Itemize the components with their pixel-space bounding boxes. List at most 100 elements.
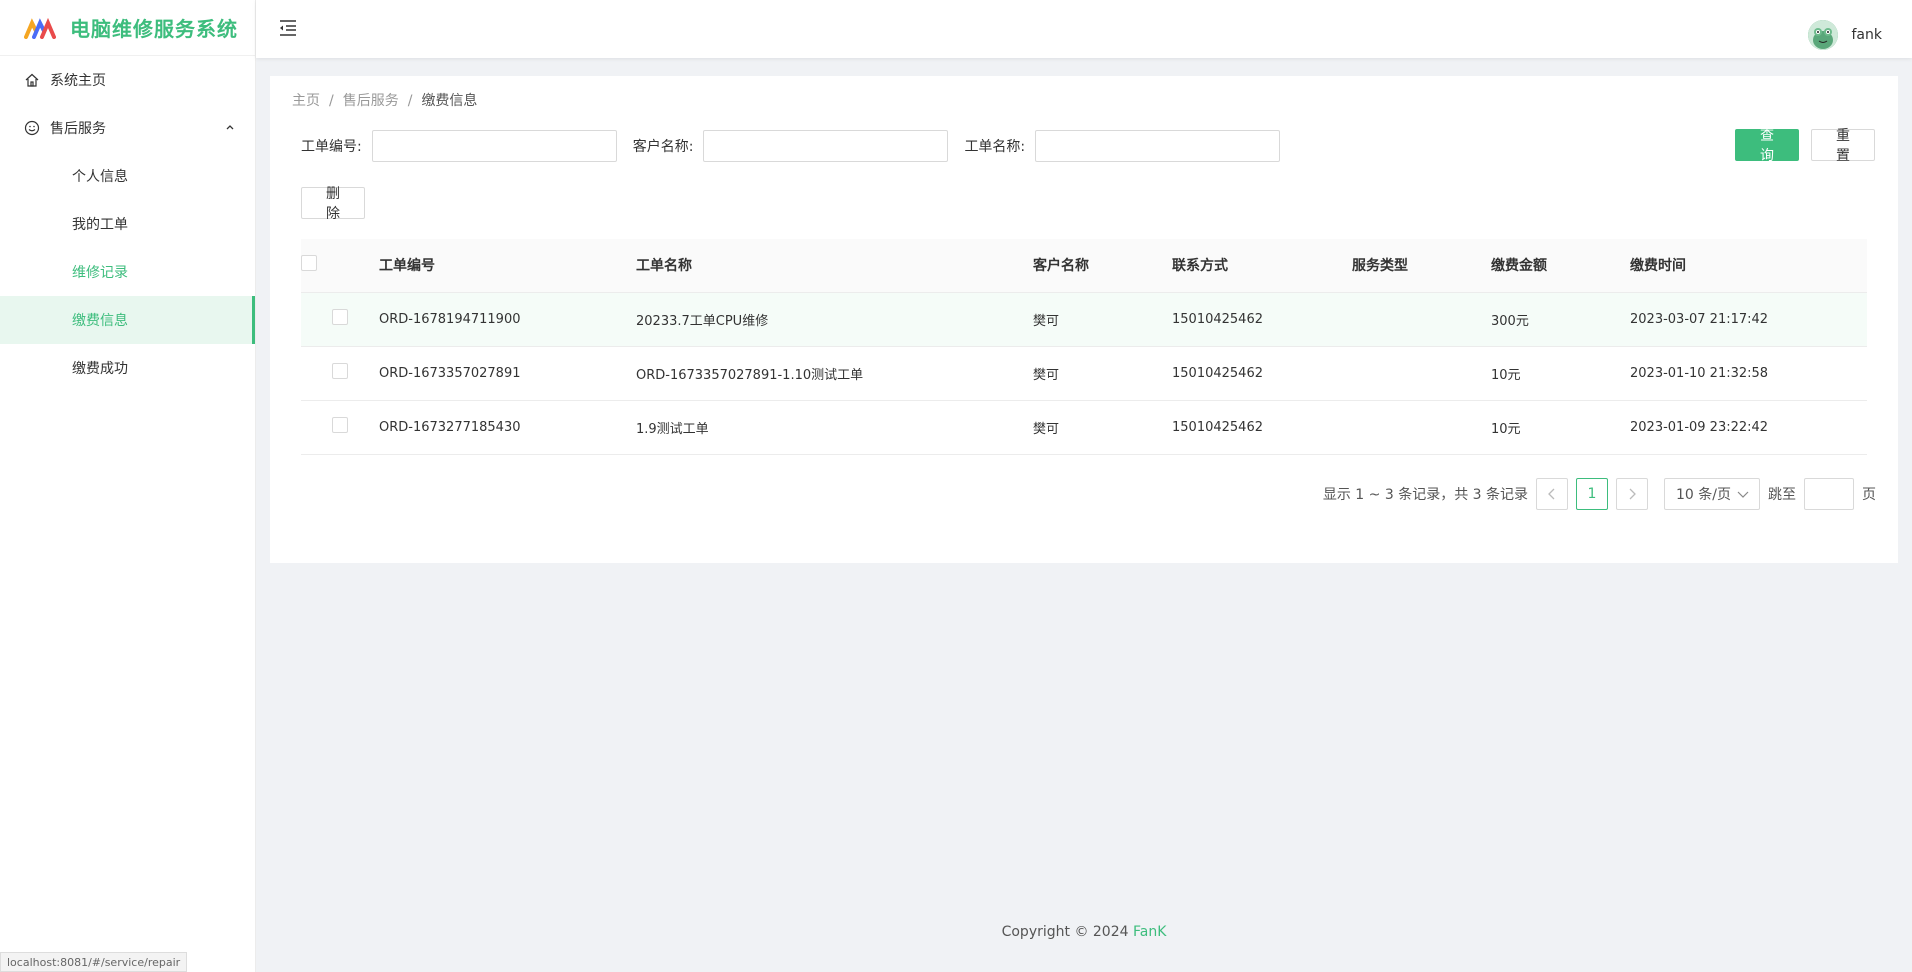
row-select-cell xyxy=(301,292,379,347)
sidebar-item-label: 缴费成功 xyxy=(72,361,128,377)
prev-page-button[interactable] xyxy=(1536,478,1568,510)
copyright-text: Copyright © 2024 xyxy=(1001,924,1129,940)
row-checkbox[interactable] xyxy=(332,417,348,433)
menu-fold-icon[interactable] xyxy=(278,18,298,38)
logo[interactable]: 电脑维修服务系统 xyxy=(0,0,255,56)
home-icon xyxy=(24,72,40,88)
col-order-name: 工单名称 xyxy=(636,239,1033,293)
row-checkbox[interactable] xyxy=(332,309,348,325)
sidebar-item-repair-records[interactable]: 维修记录 xyxy=(0,248,255,296)
cell-order-no: ORD-1673357027891 xyxy=(379,346,636,401)
username[interactable]: fank xyxy=(1852,27,1883,43)
table-row[interactable]: ORD-1678194711900 20233.7工单CPU维修 樊可 1501… xyxy=(301,292,1867,347)
sidebar-item-label: 缴费信息 xyxy=(72,313,128,329)
order-name-label: 工单名称: xyxy=(964,139,1026,155)
page-unit-label: 页 xyxy=(1862,487,1876,503)
col-service-type: 服务类型 xyxy=(1352,239,1491,293)
col-contact: 联系方式 xyxy=(1172,239,1352,293)
select-all-cell xyxy=(301,239,379,293)
page-number-button[interactable]: 1 xyxy=(1576,478,1608,510)
chevron-left-icon xyxy=(1548,488,1555,500)
cell-time: 2023-03-07 21:17:42 xyxy=(1630,292,1867,347)
sidebar-item-label: 系统主页 xyxy=(50,73,106,89)
next-page-button[interactable] xyxy=(1616,478,1648,510)
cell-amount: 10元 xyxy=(1491,400,1630,455)
cell-service-type xyxy=(1352,292,1491,347)
avatar[interactable] xyxy=(1807,20,1838,50)
row-checkbox[interactable] xyxy=(332,363,348,379)
row-select-cell xyxy=(301,346,379,401)
cell-customer: 樊可 xyxy=(1033,346,1172,401)
sidebar-item-payment-info[interactable]: 缴费信息 xyxy=(0,296,255,344)
cell-customer: 樊可 xyxy=(1033,292,1172,347)
col-time: 缴费时间 xyxy=(1630,239,1867,293)
top-header: fank xyxy=(256,0,1912,58)
sidebar-item-label: 维修记录 xyxy=(72,265,128,281)
table-row[interactable]: ORD-1673357027891 ORD-1673357027891-1.10… xyxy=(301,346,1867,401)
order-no-label: 工单编号: xyxy=(301,139,362,155)
sidebar-item-my-orders[interactable]: 我的工单 xyxy=(0,200,255,248)
chevron-up-icon xyxy=(226,125,234,130)
cell-order-name: 20233.7工单CPU维修 xyxy=(636,292,1033,347)
order-name-input[interactable] xyxy=(1035,130,1281,162)
sidebar-item-label: 售后服务 xyxy=(50,121,106,137)
cell-contact: 15010425462 xyxy=(1172,292,1352,347)
col-order-no: 工单编号 xyxy=(379,239,636,293)
breadcrumb-separator: / xyxy=(407,93,413,109)
customer-name-label: 客户名称: xyxy=(632,139,694,155)
cell-contact: 15010425462 xyxy=(1172,400,1352,455)
sidebar-item-label: 我的工单 xyxy=(72,217,128,233)
jump-page-input[interactable] xyxy=(1804,478,1854,510)
search-form: 工单编号: 客户名称: 工单名称: xyxy=(301,130,1296,162)
logo-icon xyxy=(24,17,56,39)
breadcrumb-parent[interactable]: 售后服务 xyxy=(343,93,399,109)
payment-table: 工单编号 工单名称 客户名称 联系方式 服务类型 缴费金额 缴费时间 ORD-1… xyxy=(301,239,1867,455)
cell-service-type xyxy=(1352,346,1491,401)
pagination: 显示 1 ~ 3 条记录，共 3 条记录 1 10 条/页 跳至 页 xyxy=(1323,478,1876,510)
table-row[interactable]: ORD-1673277185430 1.9测试工单 樊可 15010425462… xyxy=(301,400,1867,455)
chevron-down-icon xyxy=(1737,491,1749,498)
breadcrumb-current: 缴费信息 xyxy=(421,93,478,109)
cell-order-name: 1.9测试工单 xyxy=(636,400,1033,455)
cell-amount: 10元 xyxy=(1491,346,1630,401)
sidebar-item-personal-info[interactable]: 个人信息 xyxy=(0,152,255,200)
sidebar-item-label: 个人信息 xyxy=(72,169,128,185)
col-customer: 客户名称 xyxy=(1033,239,1172,293)
delete-button[interactable]: 删 除 xyxy=(301,186,365,222)
pagination-total: 显示 1 ~ 3 条记录，共 3 条记录 xyxy=(1322,487,1528,503)
user-menu[interactable]: fank xyxy=(1807,20,1883,50)
table-header-row: 工单编号 工单名称 客户名称 联系方式 服务类型 缴费金额 缴费时间 xyxy=(301,239,1867,293)
cell-contact: 15010425462 xyxy=(1172,346,1352,401)
order-no-input[interactable] xyxy=(371,130,617,162)
footer: Copyright © 2024 FanK xyxy=(256,924,1912,940)
cell-order-name: ORD-1673357027891-1.10测试工单 xyxy=(636,346,1033,401)
smile-icon xyxy=(24,120,40,136)
breadcrumb-home[interactable]: 主页 xyxy=(292,93,320,109)
cell-customer: 樊可 xyxy=(1033,400,1172,455)
sidebar-item-after-sales[interactable]: 售后服务 xyxy=(0,104,255,152)
sidebar: 电脑维修服务系统 系统主页 售后服务 个人信息 我的工单 维修记录 缴费信息 缴… xyxy=(0,0,256,972)
status-bar-url: localhost:8081/#/service/repair xyxy=(0,952,188,972)
cell-amount: 300元 xyxy=(1491,292,1630,347)
reset-button[interactable]: 重 置 xyxy=(1811,128,1875,164)
cell-order-no: ORD-1678194711900 xyxy=(379,292,636,347)
select-all-checkbox[interactable] xyxy=(301,255,317,272)
sidebar-menu: 系统主页 售后服务 个人信息 我的工单 维修记录 缴费信息 缴费成功 xyxy=(0,56,255,392)
page-size-select[interactable]: 10 条/页 xyxy=(1664,478,1760,510)
query-button[interactable]: 查 询 xyxy=(1735,128,1799,164)
col-amount: 缴费金额 xyxy=(1491,239,1630,293)
cell-service-type xyxy=(1352,400,1491,455)
sidebar-item-home[interactable]: 系统主页 xyxy=(0,56,255,104)
app-title: 电脑维修服务系统 xyxy=(70,17,238,41)
customer-name-input[interactable] xyxy=(703,130,949,162)
page-size-value: 10 条/页 xyxy=(1676,487,1731,503)
breadcrumb: 主页 / 售后服务 / 缴费信息 xyxy=(292,90,477,110)
cell-time: 2023-01-10 21:32:58 xyxy=(1630,346,1867,401)
breadcrumb-separator: / xyxy=(329,93,334,109)
footer-brand-link[interactable]: FanK xyxy=(1133,924,1166,940)
jump-label: 跳至 xyxy=(1768,487,1796,503)
cell-order-no: ORD-1673277185430 xyxy=(379,400,636,455)
sidebar-item-payment-success[interactable]: 缴费成功 xyxy=(0,344,255,392)
content-card: 主页 / 售后服务 / 缴费信息 工单编号: 客户名称: 工单名称: 查 询 重 置 删… xyxy=(270,76,1898,563)
cell-time: 2023-01-09 23:22:42 xyxy=(1630,400,1867,455)
